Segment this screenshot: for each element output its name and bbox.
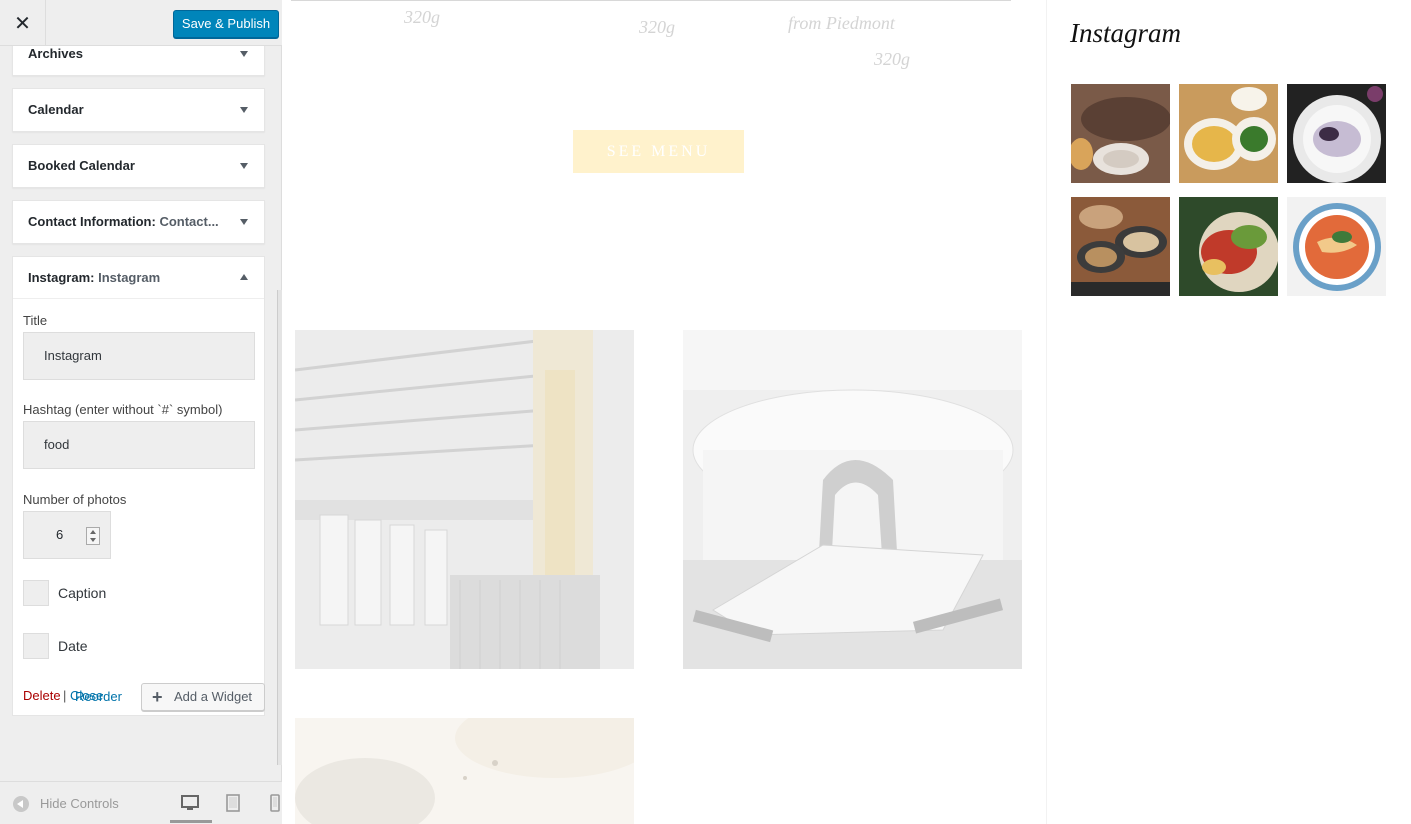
date-label: Date	[58, 638, 88, 654]
delete-link[interactable]: Delete	[23, 688, 61, 703]
date-checkbox[interactable]	[23, 633, 49, 659]
chevron-up-icon[interactable]	[240, 274, 248, 280]
customizer-sidebar: ✕ Save & Publish Archives Calendar Booke…	[0, 0, 282, 824]
plus-icon: +	[152, 687, 163, 707]
reorder-link[interactable]: Reorder	[75, 689, 122, 704]
widget-instagram: Instagram: Instagram Title Instagram Has…	[12, 256, 265, 716]
widget-title-sub: Instagram	[98, 270, 161, 285]
instagram-photo[interactable]	[1179, 84, 1278, 183]
sidebar-header: ✕ Save & Publish	[0, 0, 282, 46]
number-of-photos-label: Number of photos	[23, 492, 127, 507]
widget-title-main: Contact Information:	[28, 214, 160, 229]
plate-detail-photo	[295, 718, 634, 824]
instagram-photo[interactable]	[1179, 197, 1278, 296]
restaurant-bar-photo	[295, 330, 634, 669]
instagram-photo[interactable]	[1287, 84, 1386, 183]
title-label: Title	[23, 313, 48, 328]
sidebar-divider	[1046, 0, 1047, 824]
site-preview: 320g 320g from Piedmont 320g SEE MENU In…	[283, 0, 1411, 824]
widget-title: Archives	[28, 46, 83, 61]
close-customizer-icon[interactable]: ✕	[0, 0, 46, 46]
instagram-photo[interactable]	[1071, 84, 1170, 183]
chevron-down-icon[interactable]	[240, 107, 248, 113]
menu-item-origin: from Piedmont	[788, 13, 895, 33]
sidebar-scrollbar[interactable]	[277, 290, 282, 765]
title-input[interactable]: Instagram	[23, 332, 255, 380]
widget-title-main: Instagram:	[28, 270, 99, 285]
widget-calendar[interactable]: Calendar	[12, 88, 265, 132]
chevron-down-icon[interactable]	[240, 51, 248, 57]
instagram-photo[interactable]	[1287, 197, 1386, 296]
sidebar-footer: Hide Controls	[0, 781, 282, 824]
widget-title: Calendar	[28, 102, 84, 117]
widget-title: Instagram: Instagram	[28, 257, 160, 299]
active-device-indicator	[170, 820, 212, 823]
see-menu-button[interactable]: SEE MENU	[573, 130, 744, 173]
widget-title: Booked Calendar	[28, 158, 135, 173]
caption-checkbox[interactable]	[23, 580, 49, 606]
chevron-down-icon[interactable]	[240, 219, 248, 225]
hashtag-label: Hashtag (enter without `#` symbol)	[23, 402, 223, 417]
add-widget-button[interactable]: + Add a Widget	[141, 683, 265, 711]
desktop-preview-icon[interactable]	[181, 794, 199, 812]
caption-label: Caption	[58, 585, 107, 601]
hide-controls-button[interactable]: Hide Controls	[40, 796, 119, 811]
widget-instagram-header[interactable]: Instagram: Instagram	[13, 257, 264, 299]
widget-contact-information[interactable]: Contact Information: Contact...	[12, 200, 265, 244]
number-of-photos-input[interactable]: 6	[23, 511, 111, 559]
menu-divider-line	[291, 0, 1011, 1]
instagram-photo[interactable]	[1071, 197, 1170, 296]
mobile-preview-icon[interactable]	[266, 794, 284, 812]
number-of-photos-value: 6	[56, 527, 64, 542]
widget-booked-calendar[interactable]: Booked Calendar	[12, 144, 265, 188]
widget-title: Contact Information: Contact...	[28, 201, 219, 243]
instagram-widget-heading: Instagram	[1070, 18, 1182, 48]
menu-item-weight: 320g	[874, 49, 910, 69]
widget-title-sub: Contact...	[159, 214, 219, 229]
hashtag-input[interactable]: food	[23, 421, 255, 469]
tablet-preview-icon[interactable]	[224, 794, 242, 812]
add-widget-label: Add a Widget	[174, 689, 253, 704]
menu-item-weight: 320g	[639, 17, 675, 37]
chevron-down-icon[interactable]	[240, 163, 248, 169]
collapse-arrow-icon[interactable]	[13, 796, 29, 812]
widget-archives[interactable]: Archives	[12, 46, 265, 76]
dining-table-photo	[683, 330, 1022, 669]
menu-item-weight: 320g	[404, 7, 440, 27]
save-publish-button[interactable]: Save & Publish	[173, 10, 279, 38]
spinner-arrows-icon[interactable]	[86, 527, 100, 545]
widgets-panel: Archives Calendar Booked Calendar Contac…	[0, 46, 282, 781]
link-separator: |	[63, 688, 67, 703]
